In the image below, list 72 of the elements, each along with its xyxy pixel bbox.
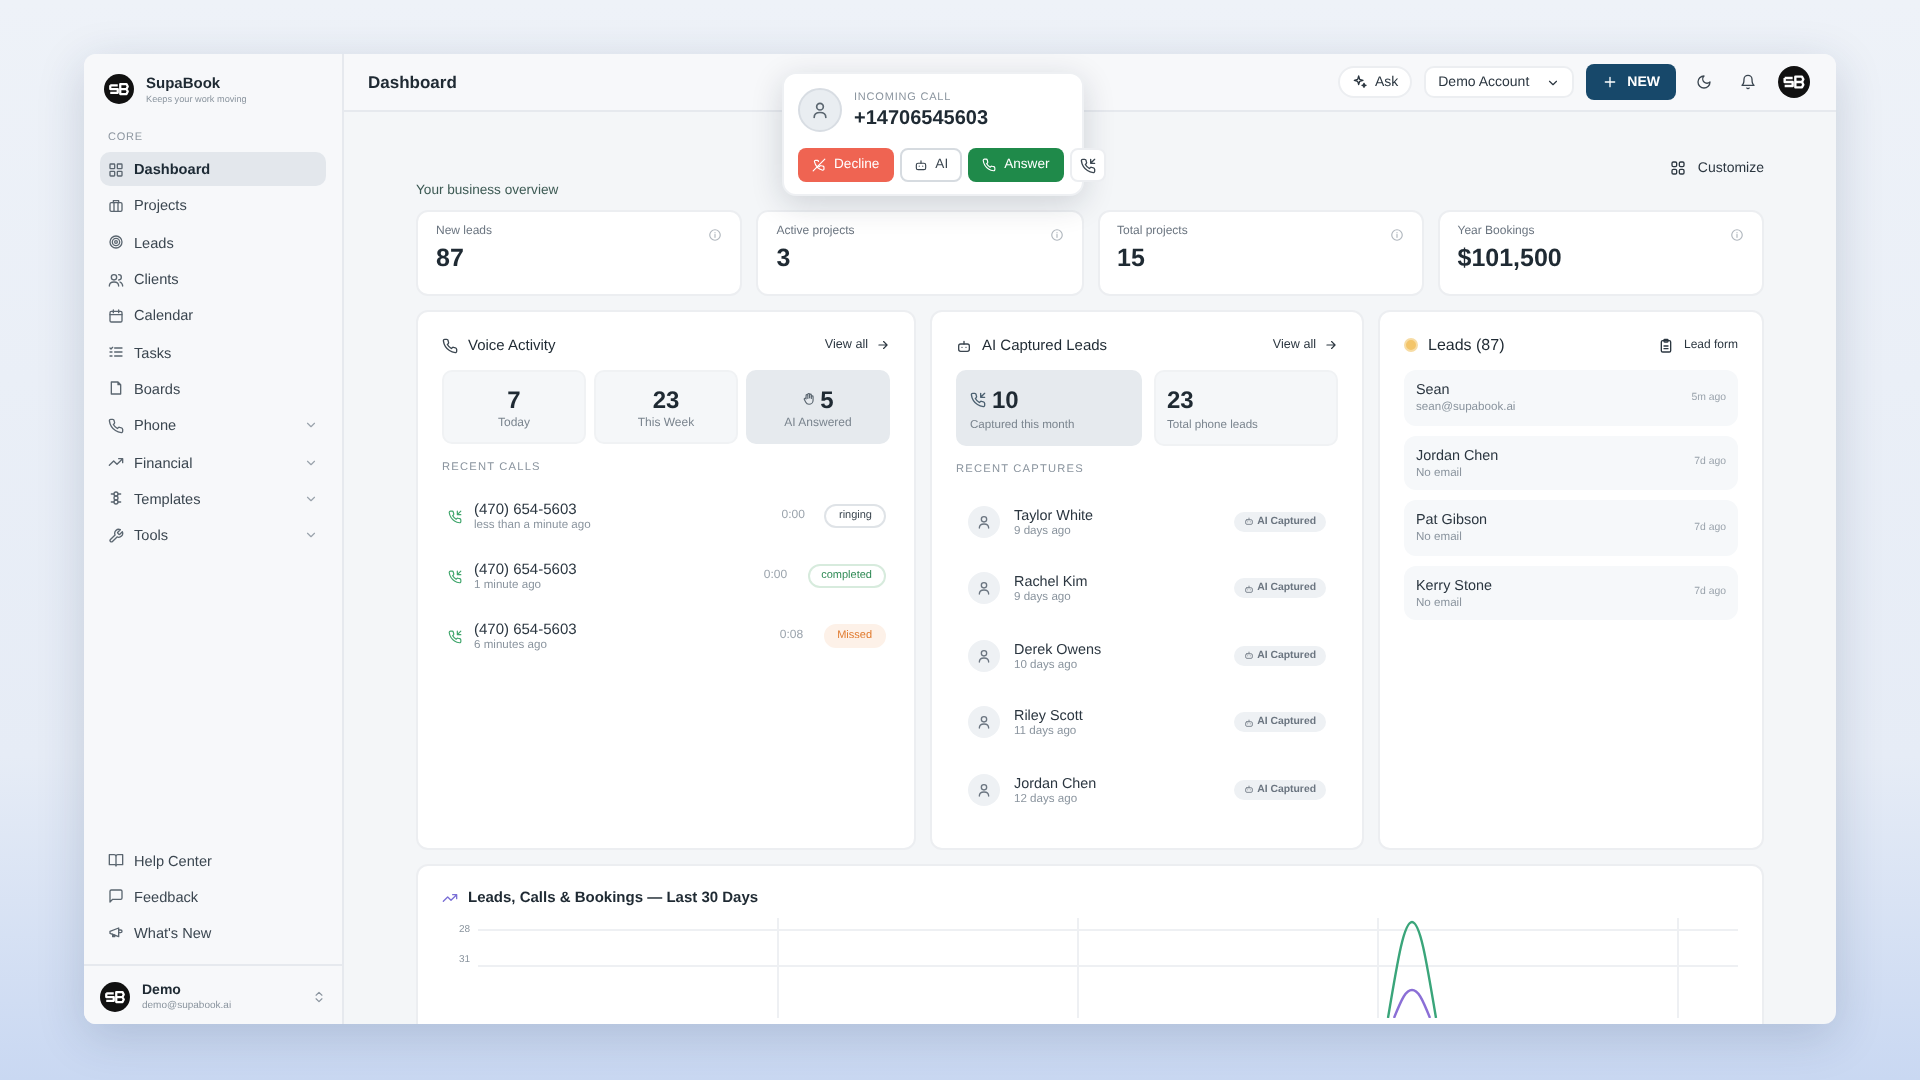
tile-value: 5 xyxy=(820,385,834,413)
phone-icon xyxy=(108,417,124,434)
phone-off-icon xyxy=(812,158,826,172)
bot-icon xyxy=(1243,717,1254,728)
arrow-right-icon xyxy=(876,338,890,352)
hand-icon xyxy=(802,392,817,406)
chevron-down-icon xyxy=(304,418,318,433)
checklist-icon xyxy=(108,344,124,361)
status-dot-icon xyxy=(1404,338,1418,352)
clipboard-icon xyxy=(1657,337,1674,353)
phone-incoming-icon xyxy=(1079,157,1096,173)
user-icon xyxy=(976,647,992,664)
grid-icon xyxy=(1669,160,1686,176)
info-icon xyxy=(708,228,723,242)
chevron-down-icon xyxy=(1545,75,1560,89)
phone-incoming-icon xyxy=(970,391,986,407)
tile-value: 10 xyxy=(992,385,1019,413)
bot-icon xyxy=(1243,583,1254,594)
phone-icon xyxy=(982,158,997,172)
chevron-down-icon xyxy=(304,528,318,543)
stat-value: 15 xyxy=(1117,246,1145,274)
wrench-icon xyxy=(108,527,124,544)
card-title: Leads (87) xyxy=(1428,336,1505,354)
logo-icon xyxy=(104,74,134,104)
chevron-down-icon xyxy=(304,455,318,470)
transfer-button[interactable] xyxy=(1069,148,1106,182)
bell-icon[interactable] xyxy=(1740,74,1756,90)
user-icon xyxy=(976,580,992,597)
phone-icon xyxy=(442,337,458,353)
stat-value: $101,500 xyxy=(1457,246,1562,274)
sparkle-icon xyxy=(1352,74,1369,90)
tile-value: 23 xyxy=(1167,385,1194,413)
calendar-icon xyxy=(108,307,124,324)
bot-icon xyxy=(1243,516,1254,527)
user-icon xyxy=(976,781,992,798)
stat-value: 87 xyxy=(436,246,464,274)
plus-icon xyxy=(1601,74,1618,90)
user-icon xyxy=(810,100,830,120)
chevron-updown-icon xyxy=(312,990,326,1004)
user-icon xyxy=(976,513,992,530)
book-icon xyxy=(108,852,124,868)
bot-icon xyxy=(1243,650,1254,661)
document-icon xyxy=(108,380,124,397)
phone-incoming-icon xyxy=(448,569,462,583)
tile-value: 7 xyxy=(507,385,521,413)
logo-icon xyxy=(1778,66,1810,98)
info-icon xyxy=(1389,228,1404,242)
grid-icon xyxy=(108,161,124,178)
phone-incoming-icon xyxy=(448,509,462,523)
page-title: Dashboard xyxy=(368,72,457,92)
logo-icon xyxy=(100,982,130,1012)
phone-incoming-icon xyxy=(448,629,462,643)
caller-number: +14706545603 xyxy=(854,107,989,129)
bot-icon xyxy=(956,337,972,353)
trend-line-icon xyxy=(108,454,124,471)
tile-value: 23 xyxy=(652,385,680,413)
info-icon xyxy=(1049,228,1063,242)
chevron-down-icon xyxy=(304,491,318,506)
stat-value: 3 xyxy=(776,246,791,274)
target-icon xyxy=(108,234,124,251)
bot-icon xyxy=(1243,784,1254,795)
stack-icon xyxy=(108,490,124,507)
briefcase-icon xyxy=(108,197,124,214)
trend-line-icon xyxy=(442,889,458,905)
moon-icon[interactable] xyxy=(1696,74,1712,90)
users-icon xyxy=(108,271,124,288)
message-icon xyxy=(108,888,124,904)
megaphone-icon xyxy=(108,924,124,940)
user-icon xyxy=(976,714,992,731)
bot-icon xyxy=(913,158,928,172)
arrow-right-icon xyxy=(1324,338,1338,352)
info-icon xyxy=(1730,228,1744,242)
